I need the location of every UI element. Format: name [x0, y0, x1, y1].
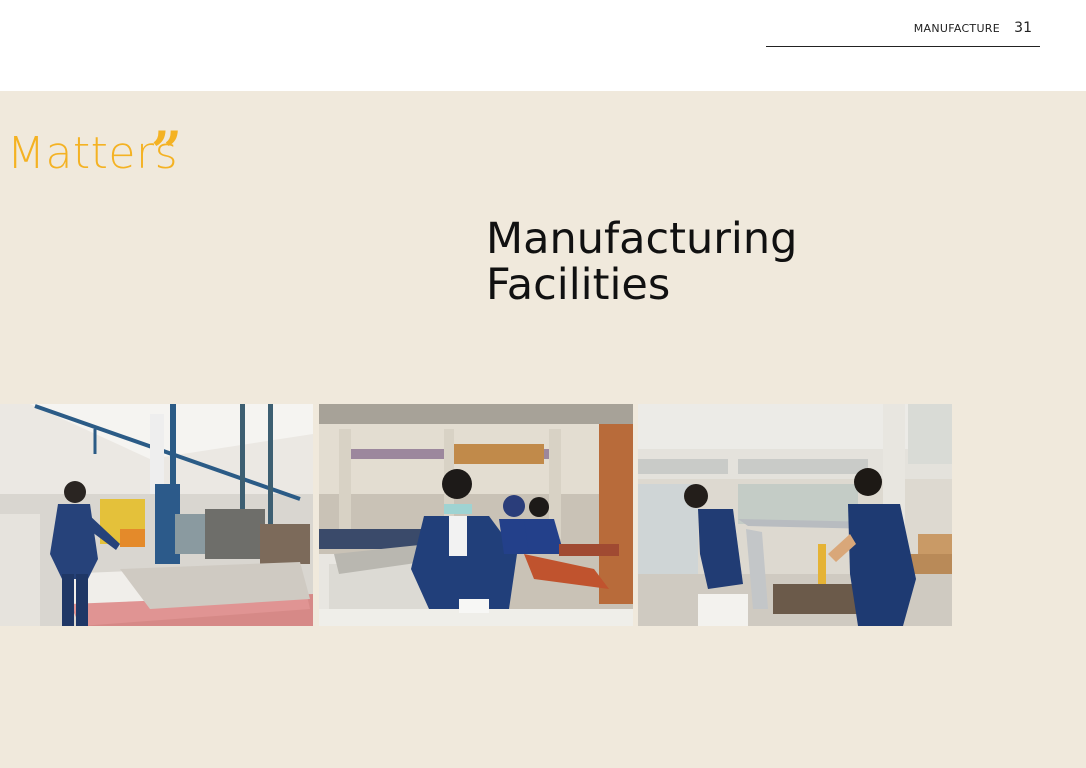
title-line-2: Facilities: [486, 260, 671, 310]
photo-cnc-machine: [0, 404, 313, 626]
page-number: 31: [1014, 20, 1032, 36]
closing-quote-mark: ”: [151, 119, 182, 183]
page-header: MANUFACTURE 31: [0, 0, 1086, 91]
section-label: MANUFACTURE: [913, 22, 1000, 35]
title-line-1: Manufacturing: [486, 214, 798, 264]
page-title: Manufacturing Facilities: [486, 216, 797, 308]
photo-sewing-workers: [319, 404, 633, 626]
header-rule: [766, 46, 1040, 47]
photo-frame-assembly: [638, 404, 952, 626]
